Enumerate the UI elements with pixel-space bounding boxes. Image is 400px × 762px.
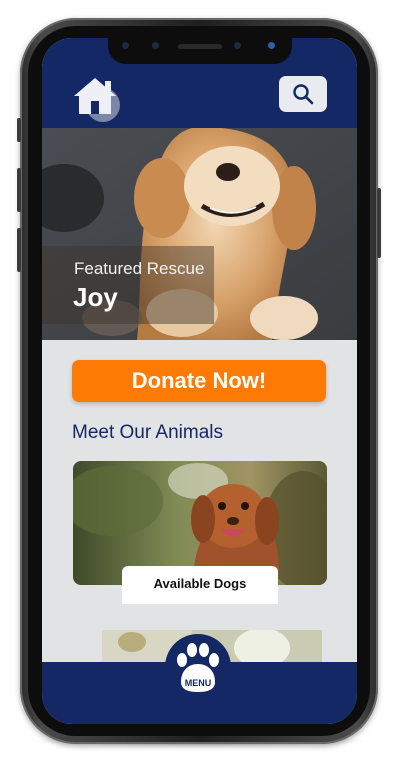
front-camera xyxy=(122,42,129,49)
phone-volume-up xyxy=(17,168,21,212)
paw-icon xyxy=(177,643,219,692)
app-screen: Featured Rescue Joy Donate Now! Meet Our… xyxy=(42,38,357,724)
home-button[interactable] xyxy=(72,76,120,122)
menu-button[interactable]: MENU xyxy=(165,634,231,700)
featured-rescue-banner[interactable]: Featured Rescue Joy xyxy=(42,128,357,340)
hero-caption-box xyxy=(42,246,214,324)
phone-volume-down xyxy=(17,228,21,272)
hero-animal-name: Joy xyxy=(73,282,118,312)
ambient-sensor xyxy=(234,42,241,49)
proximity-sensor xyxy=(152,42,159,49)
phone-power-button xyxy=(377,188,381,258)
phone-mute-switch xyxy=(17,118,21,142)
search-icon xyxy=(293,84,314,105)
search-button[interactable] xyxy=(279,76,327,112)
home-icon xyxy=(74,78,116,114)
face-id-sensor xyxy=(268,42,275,49)
menu-label: MENU xyxy=(184,678,212,688)
earpiece-speaker xyxy=(178,44,222,49)
donate-button[interactable]: Donate Now! xyxy=(72,360,326,402)
available-dogs-label[interactable]: Available Dogs xyxy=(122,566,278,604)
section-title: Meet Our Animals xyxy=(72,422,223,443)
phone-notch xyxy=(108,36,292,64)
hero-kicker: Featured Rescue xyxy=(74,259,205,278)
